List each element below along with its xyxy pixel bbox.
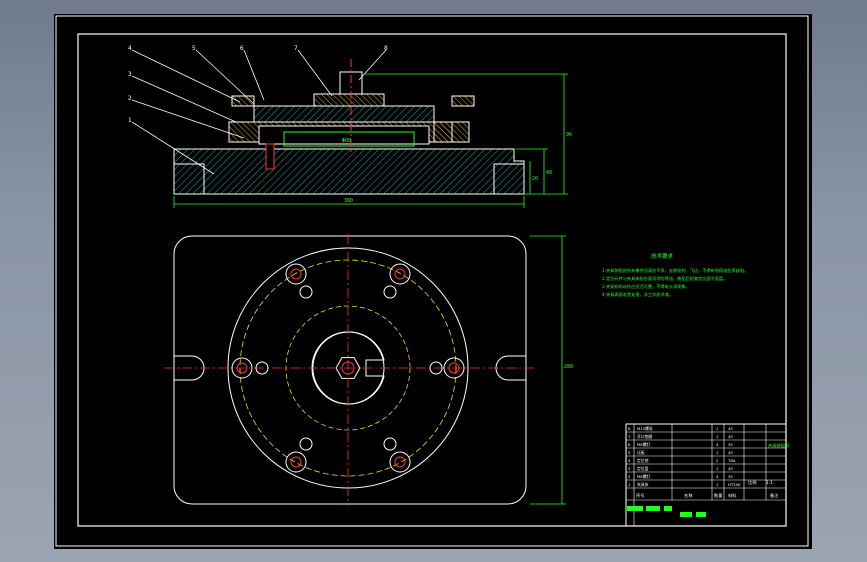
notes-title: 技术要求 xyxy=(651,252,674,260)
scale-value: 1:1 xyxy=(766,480,773,485)
part-label-1: 1 xyxy=(128,117,132,124)
part-label-5: 5 xyxy=(192,45,196,52)
parts-name: 定位销 xyxy=(637,458,649,463)
notes-line-1: 1.夹具装配前所有零件须清洗干净，去除毛刺、飞边，不得有划痕碰伤等缺陷。 xyxy=(602,267,748,274)
part-label-7: 7 xyxy=(294,45,298,52)
drawing-name: 夹具装配图 xyxy=(768,442,789,449)
dim-inner-dia: Φ80 xyxy=(342,138,351,144)
notes-line-4: 4.夹具表面发黑处理，非工作面涂漆。 xyxy=(602,291,673,298)
parts-no: 7 xyxy=(628,434,631,439)
parts-no: 6 xyxy=(628,442,631,447)
parts-name: 压板 xyxy=(637,450,645,455)
header-mat: 材料 xyxy=(728,492,737,499)
clamp-plate xyxy=(253,105,435,123)
parts-no: 1 xyxy=(628,482,631,487)
bolt-right-head xyxy=(451,95,475,107)
parts-name: M8螺钉 xyxy=(637,442,650,447)
parts-no: 4 xyxy=(628,458,631,463)
parts-mat: HT200 xyxy=(728,482,741,487)
dim-flange-height: 20 xyxy=(532,176,538,182)
screw-left xyxy=(265,143,275,170)
dim-plan-height: 280 xyxy=(564,364,573,370)
parts-qty: 4 xyxy=(716,442,719,447)
part-label-8: 8 xyxy=(384,45,388,52)
parts-no: 3 xyxy=(628,466,631,471)
parts-mat: 45 xyxy=(728,434,733,439)
dim-overall-height: 96 xyxy=(566,132,572,138)
outer-frame xyxy=(55,15,809,547)
screw-right xyxy=(433,121,453,143)
clamp-top xyxy=(313,93,385,107)
parts-qty: 4 xyxy=(716,474,719,479)
part-label-3: 3 xyxy=(128,71,132,78)
parts-mat: 35 xyxy=(728,442,733,447)
notes-line-3: 3.夹紧机构动作应灵活可靠，不得有卡滞现象。 xyxy=(602,283,690,290)
scale-label: 比例 xyxy=(748,479,756,486)
plan-view: 280 xyxy=(164,234,573,506)
header-qty: 数量 xyxy=(714,492,722,499)
part-label-6: 6 xyxy=(240,45,244,52)
parts-mat: 35 xyxy=(728,474,733,479)
dim-base-height: 40 xyxy=(546,170,552,176)
part-label-4: 4 xyxy=(128,45,132,52)
notes-line-2: 2.定位元件与夹具体配合面须涂防锈油，装配后检查定位面平面度。 xyxy=(602,275,727,282)
base-outline xyxy=(173,235,527,505)
parts-mat: 45 xyxy=(728,466,733,471)
parts-qty: 1 xyxy=(716,450,719,455)
parts-qty: 1 xyxy=(716,426,719,431)
parts-name: 定位盘 xyxy=(637,466,649,471)
parts-name: M8螺钉 xyxy=(637,474,650,479)
section-view: 4 5 6 7 8 3 2 1 380 96 40 20 Φ80 xyxy=(128,45,572,208)
parts-no: 8 xyxy=(628,426,631,431)
parts-name: 开口垫圈 xyxy=(637,434,652,439)
parts-name: M12螺母 xyxy=(637,426,653,431)
base-body xyxy=(173,148,525,195)
header-no: 序号 xyxy=(636,492,644,499)
parts-mat: T8A xyxy=(727,458,736,463)
header-remark: 备注 xyxy=(770,492,779,499)
parts-qty: 1 xyxy=(716,482,719,487)
parts-mat: 45 xyxy=(728,450,733,455)
title-block: 8 M12螺母 1 45 7 开口垫圈 1 45 6 M8螺钉 4 35 5 压板 1 45 4 定位销 2 T8A 3… xyxy=(625,423,789,527)
header-name: 名称 xyxy=(684,492,692,499)
cad-viewport[interactable]: 4 5 6 7 8 3 2 1 380 96 40 20 Φ80 280 技术要… xyxy=(54,14,812,549)
parts-qty: 2 xyxy=(716,458,719,463)
dim-overall-width: 380 xyxy=(344,198,353,204)
assembly-drawing: 4 5 6 7 8 3 2 1 380 96 40 20 Φ80 280 技术要… xyxy=(55,15,809,547)
part-label-2: 2 xyxy=(128,95,132,102)
parts-qty: 1 xyxy=(716,434,719,439)
parts-no: 5 xyxy=(628,450,631,455)
parts-no: 2 xyxy=(628,474,631,479)
parts-mat: 45 xyxy=(728,426,733,431)
parts-name: 夹具体 xyxy=(637,482,649,487)
parts-qty: 1 xyxy=(716,466,719,471)
technical-notes: 技术要求 1.夹具装配前所有零件须清洗干净，去除毛刺、飞边，不得有划痕碰伤等缺陷… xyxy=(602,252,748,298)
